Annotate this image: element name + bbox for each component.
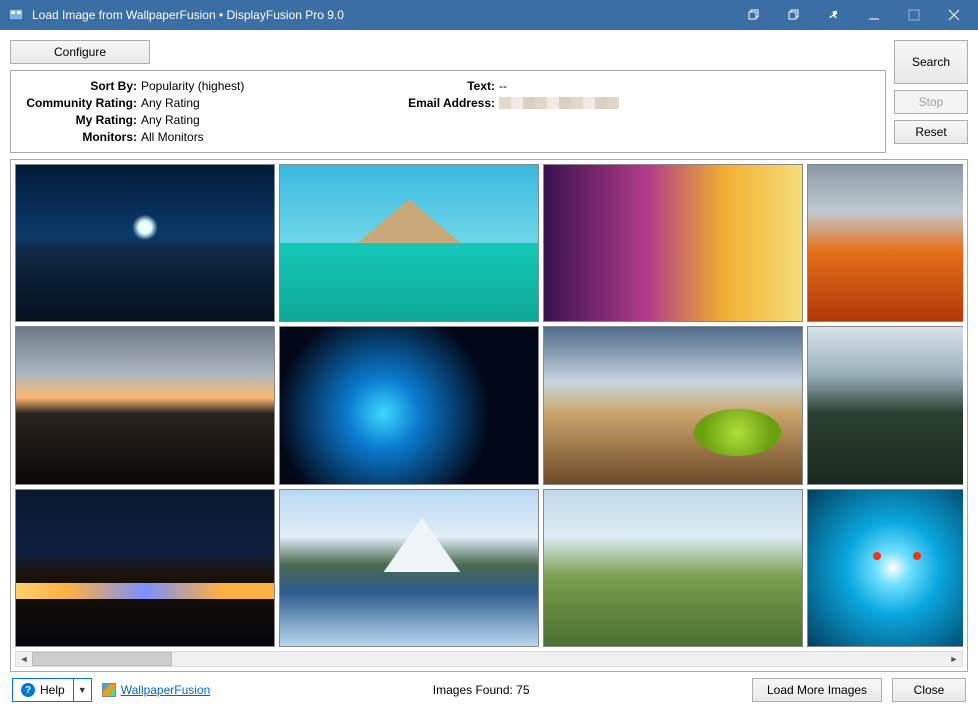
help-icon: ? <box>21 683 35 697</box>
configure-button[interactable]: Configure <box>10 40 150 64</box>
thumbnail[interactable] <box>279 164 539 322</box>
monitors-label: Monitors: <box>25 130 137 144</box>
scroll-handle[interactable] <box>32 652 172 666</box>
restore-icon-1[interactable] <box>734 0 774 30</box>
gallery-panel: ◄ ► <box>10 159 968 672</box>
thumbnail[interactable] <box>279 326 539 484</box>
wallpaperfusion-link-group: WallpaperFusion <box>102 683 211 697</box>
app-icon <box>8 7 24 23</box>
thumbnail[interactable] <box>543 489 803 647</box>
load-more-button[interactable]: Load More Images <box>752 678 882 702</box>
maximize-button[interactable] <box>894 0 934 30</box>
sort-by-label: Sort By: <box>25 79 137 93</box>
wallpaperfusion-link[interactable]: WallpaperFusion <box>121 683 211 697</box>
filter-panel: Sort By: Popularity (highest) Community R… <box>10 70 886 153</box>
my-rating-label: My Rating: <box>25 113 137 127</box>
reset-button[interactable]: Reset <box>894 120 968 144</box>
pin-icon[interactable] <box>814 0 854 30</box>
thumbnail[interactable] <box>807 164 963 322</box>
help-dropdown-caret[interactable]: ▼ <box>73 679 91 701</box>
minimize-button[interactable] <box>854 0 894 30</box>
stop-button: Stop <box>894 90 968 114</box>
help-button[interactable]: ? Help ▼ <box>12 678 92 702</box>
image-grid <box>15 164 963 647</box>
text-filter-label: Text: <box>405 79 495 93</box>
help-label: Help <box>40 683 65 697</box>
community-rating-value: Any Rating <box>141 96 200 110</box>
scroll-track[interactable] <box>32 652 946 666</box>
footer: ? Help ▼ WallpaperFusion Images Found: 7… <box>10 678 968 702</box>
scroll-right-icon[interactable]: ► <box>946 652 962 666</box>
close-window-button[interactable] <box>934 0 974 30</box>
titlebar: Load Image from WallpaperFusion • Displa… <box>0 0 978 30</box>
community-rating-label: Community Rating: <box>25 96 137 110</box>
thumbnail[interactable] <box>543 326 803 484</box>
thumbnail[interactable] <box>279 489 539 647</box>
my-rating-value: Any Rating <box>141 113 200 127</box>
thumbnail[interactable] <box>543 164 803 322</box>
sort-by-value: Popularity (highest) <box>141 79 244 93</box>
text-filter-value: -- <box>499 79 507 93</box>
thumbnail[interactable] <box>15 489 275 647</box>
thumbnail[interactable] <box>15 164 275 322</box>
horizontal-scrollbar[interactable]: ◄ ► <box>15 651 963 667</box>
email-value-redacted <box>499 97 619 109</box>
window-title: Load Image from WallpaperFusion • Displa… <box>32 8 734 22</box>
status-images-found: Images Found: 75 <box>433 683 530 697</box>
monitors-value: All Monitors <box>141 130 204 144</box>
thumbnail[interactable] <box>807 326 963 484</box>
wallpaperfusion-icon <box>102 683 116 697</box>
search-button[interactable]: Search <box>894 40 968 84</box>
thumbnail[interactable] <box>807 489 963 647</box>
restore-icon-2[interactable] <box>774 0 814 30</box>
scroll-left-icon[interactable]: ◄ <box>16 652 32 666</box>
close-button[interactable]: Close <box>892 678 966 702</box>
thumbnail[interactable] <box>15 326 275 484</box>
email-label: Email Address: <box>405 96 495 110</box>
